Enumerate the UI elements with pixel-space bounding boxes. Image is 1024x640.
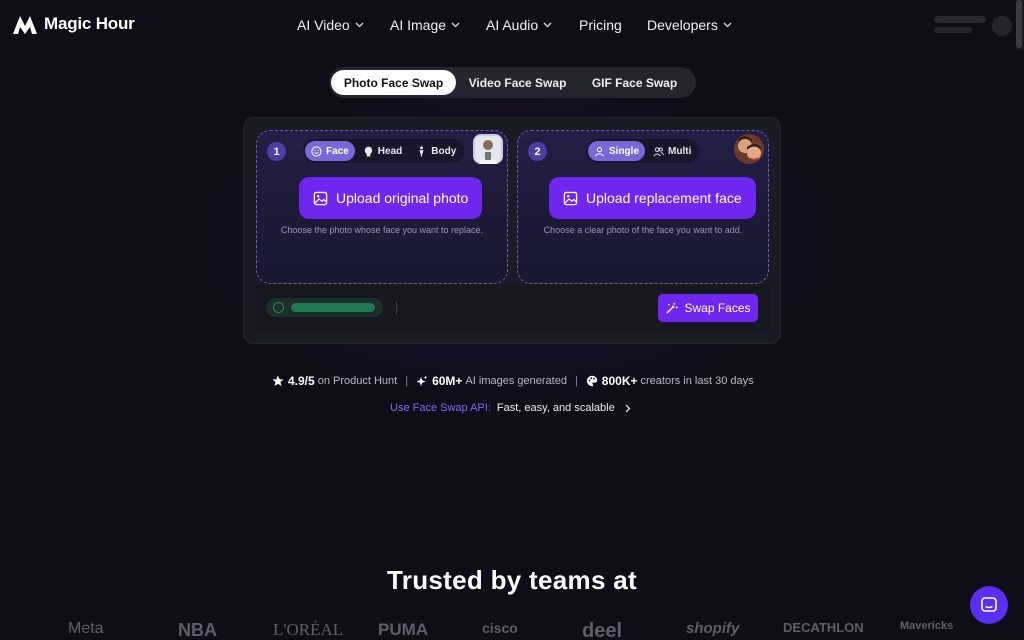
nav-ai-image[interactable]: AI Image	[390, 17, 486, 33]
mode-face[interactable]: Face	[305, 141, 355, 161]
nav-ai-audio[interactable]: AI Audio	[486, 17, 579, 33]
nav-links: AI Video AI Image AI Audio Pricing Devel…	[297, 17, 732, 33]
nav-ai-video[interactable]: AI Video	[297, 17, 390, 33]
puma-logo: PUMA	[378, 620, 429, 639]
chevron-right-icon[interactable]	[625, 404, 631, 413]
chat-support-button[interactable]	[970, 586, 1008, 624]
nav-ai-audio-label: AI Audio	[486, 17, 539, 33]
image-icon	[563, 191, 578, 205]
mode-head[interactable]: Head	[357, 141, 408, 161]
upload-original-hint: Choose the photo whose face you want to …	[280, 225, 484, 235]
chat-icon	[981, 597, 997, 612]
face-swap-api-link[interactable]: Use Face Swap API:	[390, 402, 491, 414]
divider	[396, 301, 397, 315]
swap-mode-selector: Face Head Body	[303, 139, 465, 163]
upload-replacement-face-button[interactable]: Upload replacement face	[549, 177, 756, 219]
logo[interactable]: Magic Hour	[12, 13, 135, 35]
chevron-down-icon	[451, 22, 460, 28]
creators-value: 800K+	[601, 374, 638, 388]
nav-pricing-label: Pricing	[579, 17, 622, 33]
customer-logos: Meta NBA L'ORÉAL PUMA cisco deel shopify…	[0, 620, 1024, 640]
chevron-down-icon	[543, 22, 552, 28]
top-nav: Magic Hour AI Video AI Image AI Audio Pr…	[0, 0, 1024, 50]
mode-face-label: Face	[326, 145, 349, 157]
avatar-placeholder[interactable]	[992, 16, 1012, 36]
replacement-face-panel[interactable]: 2 Single Multi Upload replacement face C…	[517, 130, 769, 284]
mode-single-label: Single	[609, 145, 640, 157]
chevron-down-icon	[355, 22, 364, 28]
nav-pricing[interactable]: Pricing	[579, 17, 647, 33]
star-icon	[272, 375, 284, 386]
sample-photo-image	[473, 134, 503, 164]
mode-body-label: Body	[431, 145, 457, 157]
creators-text: creators in last 30 days	[640, 375, 754, 387]
page: Magic Hour AI Video AI Image AI Audio Pr…	[0, 0, 1024, 640]
smile-icon	[311, 145, 322, 157]
api-tagline: Fast, easy, and scalable	[496, 402, 615, 414]
action-bar: Swap Faces	[256, 284, 770, 332]
nav-developers[interactable]: Developers	[647, 17, 732, 33]
loading-placeholder	[934, 16, 986, 23]
upload-original-photo-button[interactable]: Upload original photo	[299, 177, 483, 219]
image-icon	[313, 191, 328, 205]
nav-ai-image-label: AI Image	[390, 17, 447, 33]
mode-multi-label: Multi	[668, 145, 692, 157]
scrollbar[interactable]	[1016, 0, 1024, 50]
rating-text: on Product Hunt	[317, 375, 398, 387]
magic-hour-logo-icon	[13, 16, 37, 34]
loading-placeholder	[934, 27, 972, 33]
swap-faces-label: Swap Faces	[684, 301, 751, 315]
swap-faces-button[interactable]: Swap Faces	[658, 294, 758, 322]
stats-row: 4.9/5 on Product Hunt | 60M+ AI images g…	[272, 374, 754, 388]
shopify-logo: shopify	[686, 620, 740, 637]
status-dot	[273, 302, 284, 313]
sample-face-image	[734, 134, 764, 164]
nba-logo: NBA	[178, 620, 217, 640]
chevron-down-icon	[723, 22, 732, 28]
step-number: 2	[528, 142, 547, 161]
meta-logo: Meta	[68, 620, 104, 637]
images-text: AI images generated	[465, 375, 567, 387]
body-icon	[419, 145, 424, 157]
user-icon	[595, 146, 604, 156]
deel-logo: deel	[582, 620, 623, 640]
palette-icon	[586, 375, 597, 387]
original-photo-panel[interactable]: 1 Face Head Body Upload original photo C…	[256, 130, 508, 284]
divider: |	[574, 375, 578, 387]
sample-photo-thumbnail[interactable]	[473, 134, 503, 164]
head-icon	[364, 146, 372, 157]
scrollbar-thumb[interactable]	[1016, 0, 1022, 48]
nav-developers-label: Developers	[647, 17, 718, 33]
step-number: 1	[267, 142, 286, 161]
magic-wand-icon	[666, 302, 679, 314]
face-swap-card: 1 Face Head Body Upload original photo C…	[243, 117, 781, 344]
upload-replacement-hint: Choose a clear photo of the face you wan…	[543, 225, 743, 235]
cisco-logo: cisco	[482, 620, 518, 636]
upload-original-label: Upload original photo	[336, 190, 469, 206]
credits-bar-fill	[291, 303, 375, 312]
mode-head-label: Head	[377, 145, 403, 157]
mode-body[interactable]: Body	[410, 141, 462, 161]
mavericks-logo: Mavericks	[900, 620, 954, 632]
users-icon	[653, 146, 664, 156]
loreal-logo: L'ORÉAL	[273, 620, 344, 639]
api-promo[interactable]: Use Face Swap API: Fast, easy, and scala…	[390, 402, 631, 414]
rating-value: 4.9/5	[288, 374, 315, 388]
divider: |	[405, 375, 409, 387]
face-count-selector: Single Multi	[586, 139, 700, 163]
trusted-heading: Trusted by teams at	[387, 565, 637, 595]
decathlon-logo: DECATHLON	[783, 620, 864, 635]
sparkle-icon	[416, 375, 428, 386]
mode-multi[interactable]: Multi	[647, 141, 697, 161]
upload-replacement-label: Upload replacement face	[586, 190, 742, 206]
credits-indicator	[266, 298, 383, 317]
brand-name: Magic Hour	[44, 14, 135, 33]
sample-face-thumbnail[interactable]	[734, 134, 764, 164]
images-value: 60M+	[432, 374, 463, 388]
nav-ai-video-label: AI Video	[297, 17, 350, 33]
mode-single[interactable]: Single	[588, 141, 646, 161]
